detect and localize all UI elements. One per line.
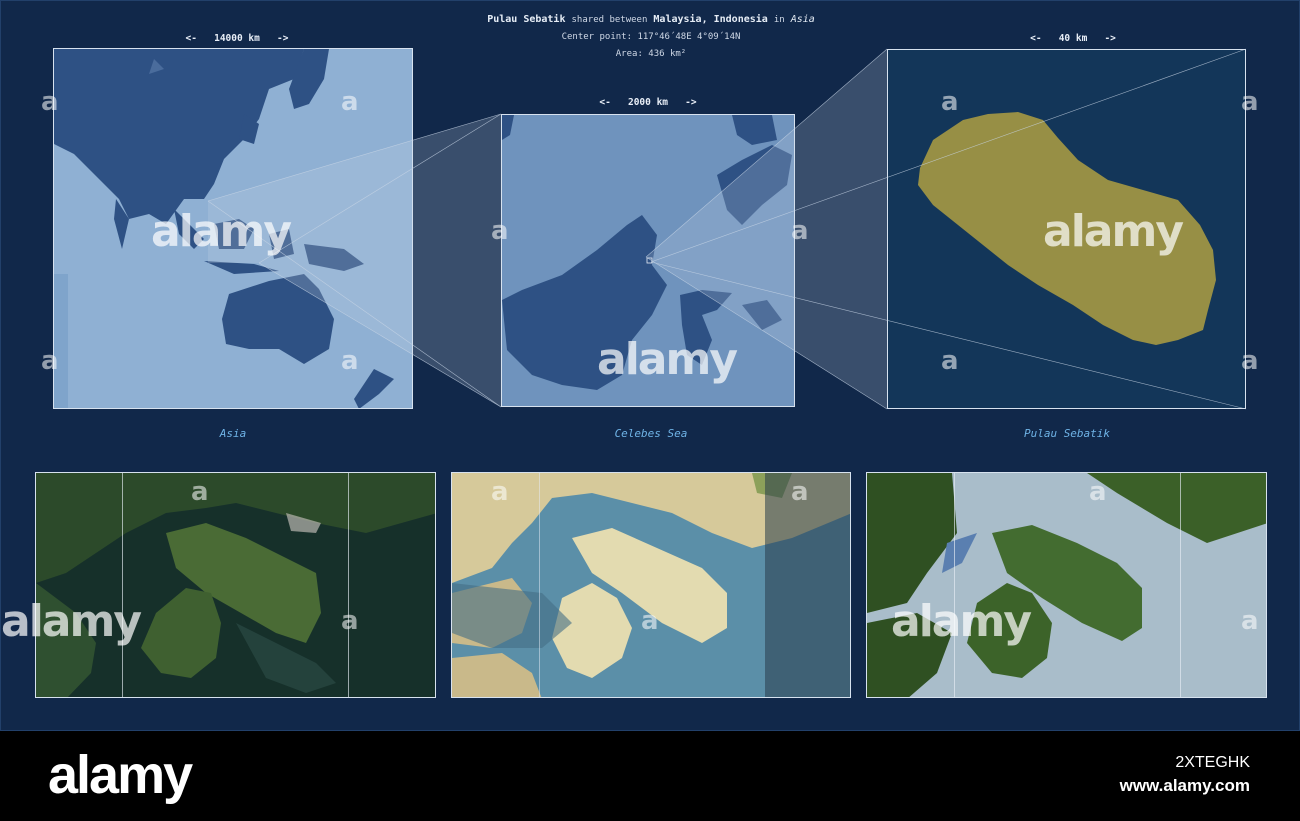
watermark-mark: a (341, 346, 359, 376)
watermark-mark: a (941, 346, 959, 376)
shared-text: shared between (571, 15, 648, 25)
watermark-logo: alamy (1, 596, 142, 647)
watermark-mark: a (191, 477, 209, 507)
watermark-logo: alamy (597, 334, 738, 385)
divider-line (539, 473, 540, 697)
watermark-mark: a (791, 216, 809, 246)
divider-line (122, 473, 123, 697)
footer-logo: alamy (48, 745, 193, 805)
image-id: 2XTEGHK (1175, 754, 1250, 771)
center-label: Center point: (561, 32, 633, 42)
watermark-mark: a (491, 216, 509, 246)
divider-line (348, 473, 349, 697)
watermark-mark: a (41, 346, 59, 376)
in-text: in (773, 15, 785, 25)
watermark-mark: a (941, 87, 959, 117)
watermark-mark: a (1089, 477, 1107, 507)
caption-celebes-sea: Celebes Sea (614, 427, 688, 440)
watermark-mark: a (1241, 346, 1259, 376)
watermark-mark: a (341, 606, 359, 636)
scale-bar-island: <- 40 km -> (1030, 33, 1116, 44)
watermark-mark: a (791, 477, 809, 507)
caption-asia: Asia (219, 427, 247, 440)
continent: Asia (790, 14, 815, 25)
area-label: Area: (615, 49, 643, 59)
watermark-mark: a (341, 87, 359, 117)
watermark-mark: a (641, 606, 659, 636)
terrain-map (867, 473, 1266, 697)
scale-bar-celebes: <- 2000 km -> (599, 97, 697, 108)
center-value: 117°46´48E 4°09´14N (637, 32, 741, 42)
watermark-mark: a (491, 477, 509, 507)
divider-line (1180, 473, 1181, 697)
satellite-map-panel (35, 472, 436, 698)
place-name: Pulau Sebatik (487, 14, 566, 25)
watermark-logo: alamy (1043, 206, 1184, 257)
terrain-map-panel (866, 472, 1267, 698)
map-figure: Pulau Sebatik shared between Malaysia, I… (0, 0, 1300, 731)
scale-bar-asia: <- 14000 km -> (185, 33, 289, 44)
countries: Malaysia, Indonesia (653, 14, 768, 25)
watermark-logo: alamy (891, 596, 1032, 647)
satellite-map (36, 473, 435, 697)
divider-line (954, 473, 955, 697)
caption-pulau-sebatik: Pulau Sebatik (1023, 427, 1111, 440)
watermark-logo: alamy (151, 206, 292, 257)
watermark-mark: a (41, 87, 59, 117)
watermark-mark: a (1241, 87, 1259, 117)
site-url: www.alamy.com (1119, 776, 1250, 795)
watermark-mark: a (1241, 606, 1259, 636)
area-value: 436 km² (648, 49, 687, 59)
